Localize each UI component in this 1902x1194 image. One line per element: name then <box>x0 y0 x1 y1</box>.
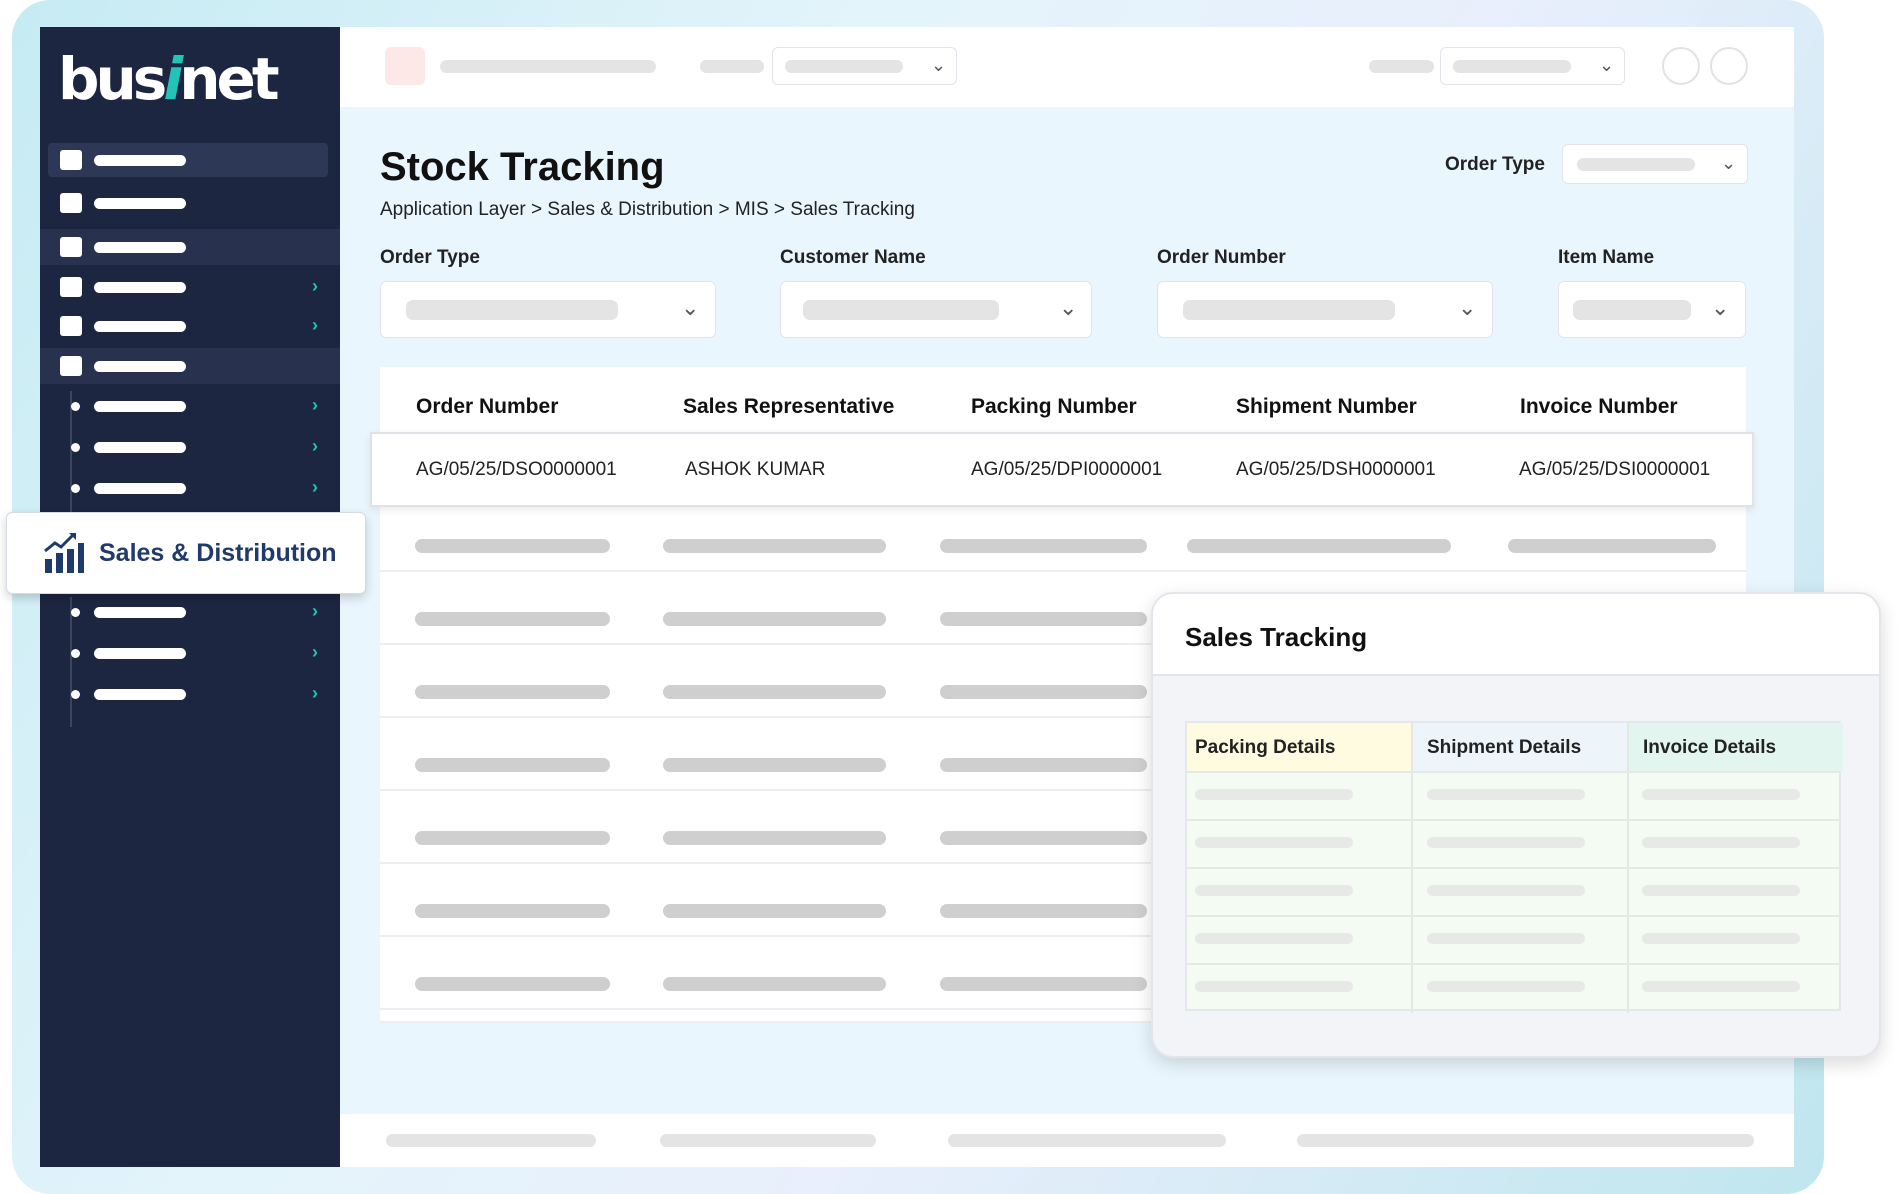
sales-distribution-label: Sales & Distribution <box>99 538 337 567</box>
table-row-selected[interactable]: AG/05/25/DSO0000001 ASHOK KUMAR AG/05/25… <box>370 432 1754 507</box>
chevron-down-icon: ⌄ <box>1599 55 1615 75</box>
chevron-down-icon: ⌄ <box>1711 295 1730 320</box>
sidebar-item[interactable] <box>40 348 340 384</box>
chevron-right-icon: › <box>312 601 318 621</box>
chevron-right-icon: › <box>312 395 318 415</box>
header-filter-label: Order Type <box>1445 154 1545 175</box>
menu-square-icon <box>60 150 82 170</box>
top-bar: ⌄ ⌄ <box>340 27 1794 107</box>
column-header[interactable]: Sales Representative <box>683 395 894 419</box>
column-header[interactable]: Shipment Details <box>1413 723 1627 771</box>
column-header[interactable]: Shipment Number <box>1236 395 1417 419</box>
page-title: Stock Tracking <box>380 145 665 189</box>
sidebar-item[interactable] <box>48 143 328 177</box>
chevron-down-icon: ⌄ <box>1059 295 1078 320</box>
sidebar-subitem[interactable]: › <box>48 677 328 711</box>
menu-square-icon <box>60 316 82 336</box>
sidebar-item[interactable]: › <box>48 270 328 304</box>
cell-sales-rep: ASHOK KUMAR <box>685 459 826 480</box>
cell-packing-number: AG/05/25/DPI0000001 <box>971 459 1163 480</box>
order-type-select[interactable]: ⌄ <box>380 281 716 338</box>
notification-button[interactable] <box>1662 47 1700 85</box>
modal-title: Sales Tracking <box>1185 622 1368 652</box>
app-icon <box>385 47 425 85</box>
cell-order-number: AG/05/25/DSO0000001 <box>416 459 617 480</box>
bar-chart-icon <box>44 533 84 573</box>
chevron-down-icon: ⌄ <box>1721 153 1737 173</box>
chevron-right-icon: › <box>312 436 318 456</box>
filter-label: Item Name <box>1558 247 1655 268</box>
customer-name-select[interactable]: ⌄ <box>780 281 1092 338</box>
menu-square-icon <box>60 237 82 257</box>
item-name-select[interactable]: ⌄ <box>1558 281 1746 338</box>
chevron-right-icon: › <box>312 315 318 335</box>
cell-shipment-number: AG/05/25/DSH0000001 <box>1236 459 1436 480</box>
order-type-header-select[interactable]: ⌄ <box>1562 144 1748 184</box>
filter-label: Order Number <box>1157 247 1286 268</box>
menu-square-icon <box>60 277 82 297</box>
sidebar-subitem[interactable]: › <box>48 430 328 464</box>
menu-square-icon <box>60 193 82 213</box>
chevron-right-icon: › <box>312 276 318 296</box>
order-number-select[interactable]: ⌄ <box>1157 281 1493 338</box>
filter-label: Order Type <box>380 247 480 268</box>
column-header[interactable]: Invoice Details <box>1629 723 1843 771</box>
chevron-right-icon: › <box>312 477 318 497</box>
sales-distribution-menu-item[interactable]: Sales & Distribution <box>6 512 366 594</box>
menu-square-icon <box>60 356 82 376</box>
column-header[interactable]: Packing Details <box>1187 723 1411 771</box>
chevron-right-icon: › <box>312 642 318 662</box>
bottom-bar <box>340 1114 1794 1167</box>
column-header[interactable]: Order Number <box>416 395 558 419</box>
chevron-right-icon: › <box>312 683 318 703</box>
modal-header: Sales Tracking <box>1153 594 1879 676</box>
sidebar-item[interactable] <box>40 229 340 265</box>
sidebar: bus i net › › › › › › › › <box>40 27 340 1167</box>
sidebar-subitem[interactable]: › <box>48 636 328 670</box>
chevron-down-icon: ⌄ <box>1458 295 1477 320</box>
column-header[interactable]: Packing Number <box>971 395 1137 419</box>
filter-label: Customer Name <box>780 247 926 268</box>
app-logo: bus i net <box>58 45 280 113</box>
top-dropdown[interactable]: ⌄ <box>1440 47 1625 85</box>
breadcrumb: Application Layer > Sales & Distribution… <box>380 199 915 220</box>
profile-button[interactable] <box>1710 47 1748 85</box>
sidebar-subitem[interactable]: › <box>48 389 328 423</box>
column-header[interactable]: Invoice Number <box>1520 395 1678 419</box>
tracking-details-table: Packing Details Shipment Details Invoice… <box>1185 721 1843 1013</box>
sidebar-subitem[interactable]: › <box>48 471 328 505</box>
chevron-down-icon: ⌄ <box>681 295 700 320</box>
sales-tracking-modal: Sales Tracking Packing Details Shipment … <box>1151 592 1881 1058</box>
chevron-down-icon: ⌄ <box>931 55 947 75</box>
sidebar-item[interactable]: › <box>48 309 328 343</box>
sidebar-item[interactable] <box>48 186 328 220</box>
top-dropdown[interactable]: ⌄ <box>772 47 957 85</box>
sidebar-subitem[interactable]: › <box>48 595 328 629</box>
cell-invoice-number: AG/05/25/DSI0000001 <box>1519 459 1711 480</box>
